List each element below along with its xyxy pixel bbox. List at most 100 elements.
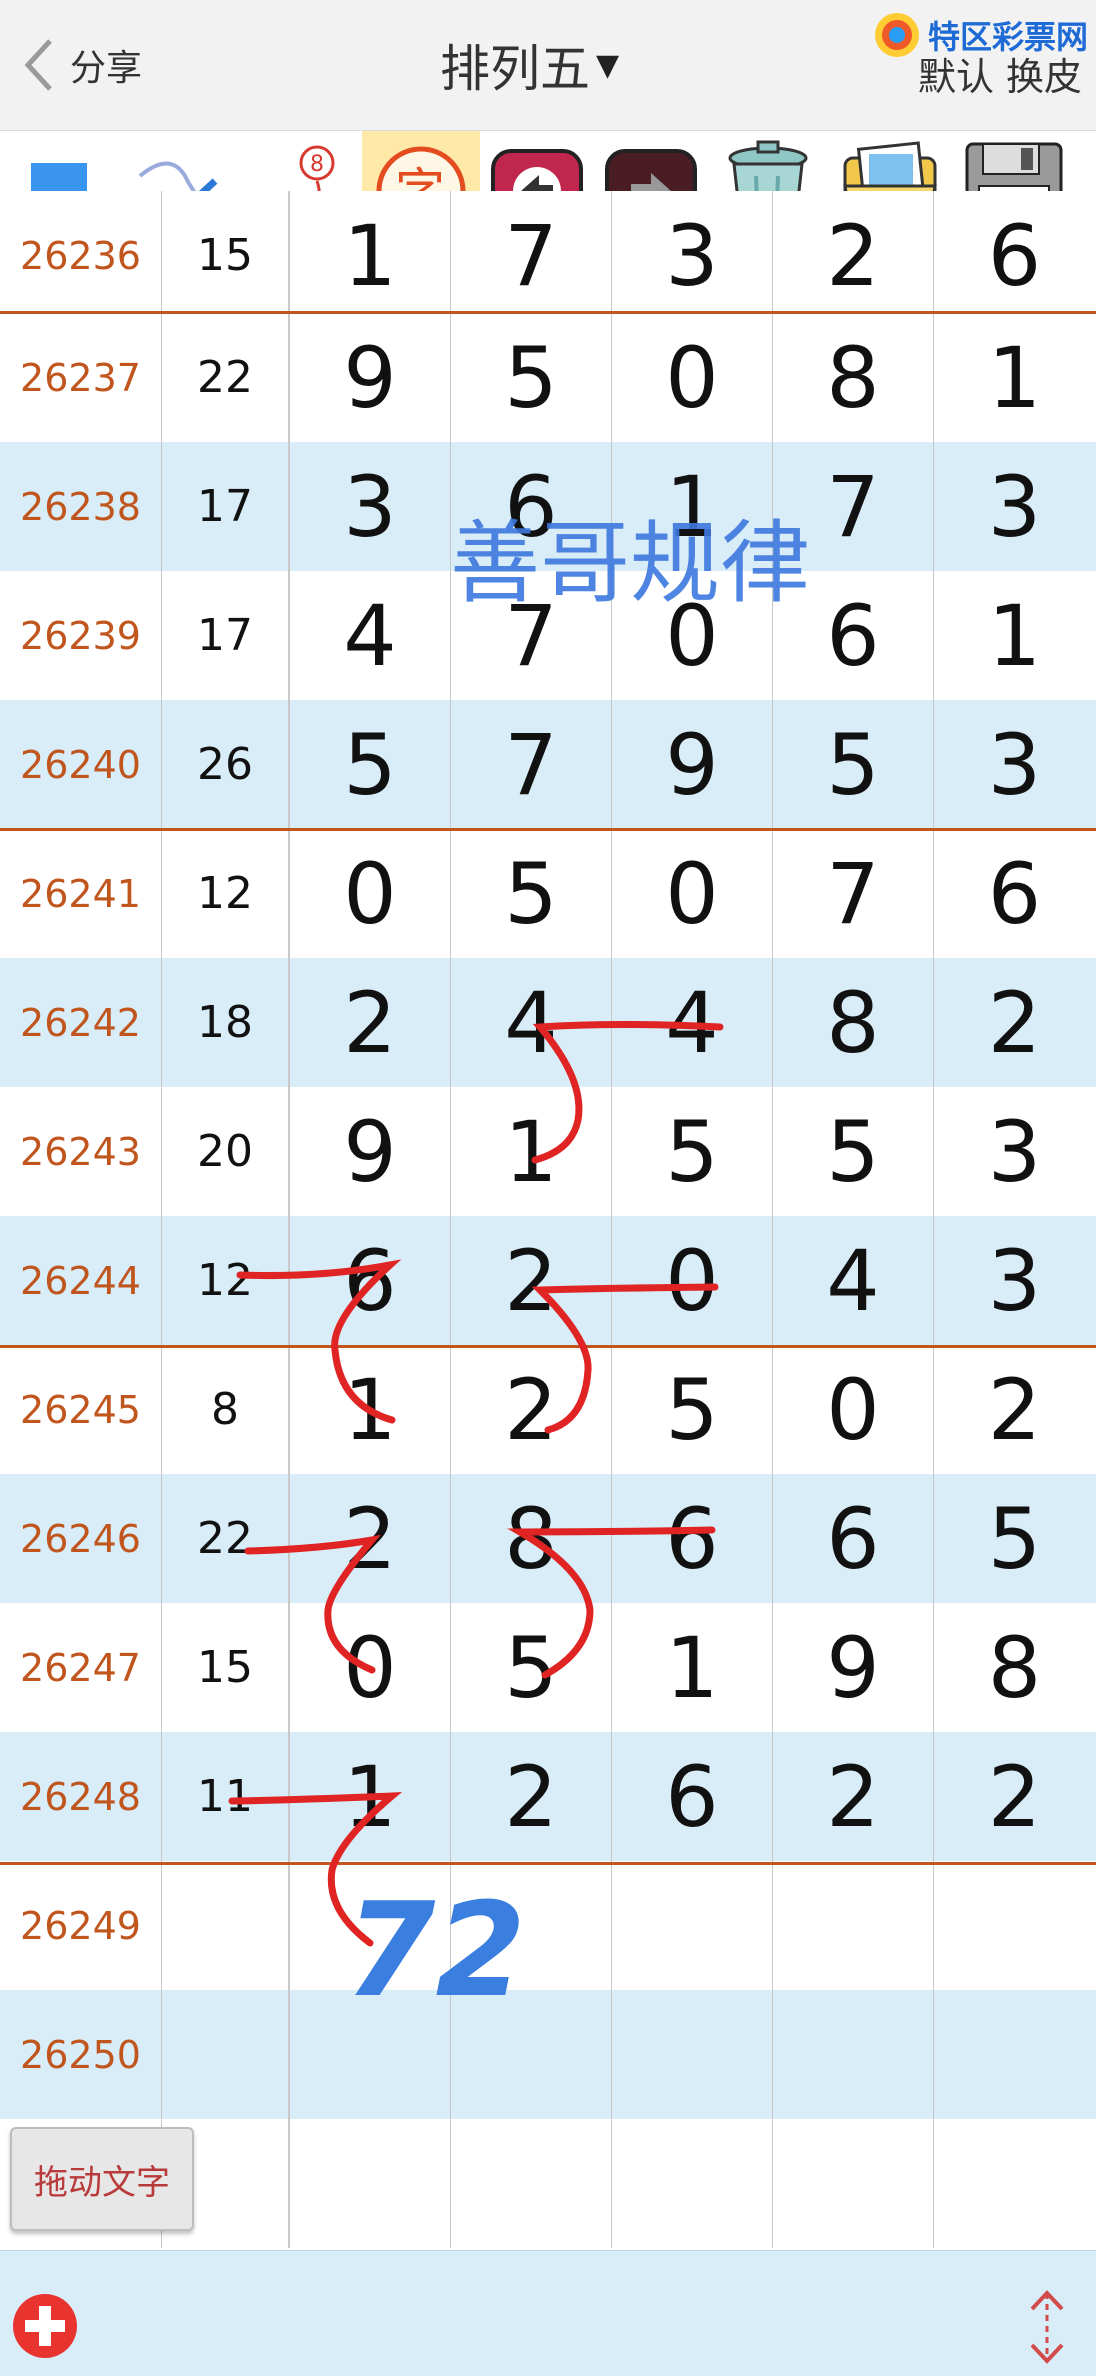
digit-5[interactable]: 2 — [934, 958, 1095, 1087]
digit-1[interactable]: 9 — [290, 313, 451, 442]
digit-3[interactable]: 9 — [612, 700, 773, 829]
digit-2[interactable]: 2 — [451, 1216, 612, 1345]
swirl-logo-icon — [874, 13, 919, 57]
digit-1[interactable]: 5 — [290, 700, 451, 829]
page-title: 排列五 — [440, 40, 590, 98]
digit-3[interactable]: 5 — [612, 1345, 773, 1474]
digit-4[interactable]: 9 — [773, 1603, 934, 1732]
digit-3[interactable]: 1 — [612, 1603, 773, 1732]
sum-value: 12 — [162, 829, 290, 958]
digit-1[interactable]: 2 — [290, 958, 451, 1087]
digit-4[interactable]: 8 — [773, 958, 934, 1087]
digit-5[interactable] — [934, 1990, 1095, 2119]
table-row: 26241 12 0 5 0 7 6 — [0, 829, 1096, 958]
sum-value: 15 — [162, 191, 290, 320]
digit-2[interactable]: 8 — [451, 1474, 612, 1603]
digit-5[interactable]: 1 — [934, 571, 1095, 700]
digit-1[interactable]: 9 — [290, 1087, 451, 1216]
digit-2[interactable]: 2 — [451, 1732, 612, 1861]
back-button[interactable]: 分享 — [20, 32, 142, 98]
digit-5[interactable]: 1 — [934, 313, 1095, 442]
digit-4[interactable] — [773, 1990, 934, 2119]
title-selector[interactable]: 排列五 ▼ — [440, 30, 619, 100]
digit-4[interactable]: 5 — [773, 700, 934, 829]
digit-2[interactable] — [451, 2119, 612, 2248]
digit-3[interactable]: 4 — [612, 958, 773, 1087]
digit-5[interactable]: 3 — [934, 700, 1095, 829]
digit-2[interactable] — [451, 1990, 612, 2119]
digit-5[interactable]: 5 — [934, 1474, 1095, 1603]
digit-4[interactable]: 8 — [773, 313, 934, 442]
digit-5[interactable]: 8 — [934, 1603, 1095, 1732]
table-row: 26243 20 9 1 5 5 3 — [0, 1087, 1096, 1216]
digit-3[interactable] — [612, 1861, 773, 1990]
digit-4[interactable]: 2 — [773, 1732, 934, 1861]
digit-1[interactable]: 6 — [290, 1216, 451, 1345]
digit-1[interactable] — [290, 1861, 451, 1990]
digit-5[interactable]: 3 — [934, 1216, 1095, 1345]
top-bar: 分享 排列五 ▼ 特区彩票网 默认 换皮 — [0, 0, 1096, 131]
digit-1[interactable]: 0 — [290, 1603, 451, 1732]
table-row: 26246 22 2 8 6 6 5 — [0, 1474, 1096, 1603]
digit-3[interactable]: 0 — [612, 313, 773, 442]
overlay-watermark-text[interactable]: 善哥规律 — [450, 490, 810, 620]
digit-1[interactable] — [290, 1990, 451, 2119]
issue-number: 26245 — [0, 1345, 162, 1474]
digit-3[interactable]: 6 — [612, 1732, 773, 1861]
add-plus-icon[interactable] — [10, 2291, 80, 2361]
default-button[interactable]: 默认 — [918, 46, 994, 101]
digit-2[interactable]: 5 — [451, 1603, 612, 1732]
digit-1[interactable]: 4 — [290, 571, 451, 700]
digit-2[interactable] — [451, 1861, 612, 1990]
sum-value: 8 — [162, 1345, 290, 1474]
digit-3[interactable] — [612, 2119, 773, 2248]
digit-3[interactable] — [612, 1990, 773, 2119]
scroll-updown-icon[interactable] — [1022, 2287, 1072, 2367]
table-row: 26248 11 1 2 6 2 2 — [0, 1732, 1096, 1861]
group-divider — [0, 1345, 1096, 1348]
digit-1[interactable] — [290, 2119, 451, 2248]
digit-2[interactable]: 4 — [451, 958, 612, 1087]
digit-2[interactable]: 5 — [451, 313, 612, 442]
digit-4[interactable] — [773, 1861, 934, 1990]
share-label[interactable]: 分享 — [70, 39, 142, 91]
digit-4[interactable]: 6 — [773, 1474, 934, 1603]
digit-5[interactable]: 3 — [934, 442, 1095, 571]
group-divider — [0, 1862, 1096, 1865]
digit-1[interactable]: 2 — [290, 1474, 451, 1603]
digit-2[interactable]: 7 — [451, 700, 612, 829]
digit-2[interactable]: 2 — [451, 1345, 612, 1474]
digit-2[interactable]: 1 — [451, 1087, 612, 1216]
digit-4[interactable]: 0 — [773, 1345, 934, 1474]
skin-button[interactable]: 换皮 — [1006, 46, 1082, 101]
digit-4[interactable]: 5 — [773, 1087, 934, 1216]
issue-number: 26241 — [0, 829, 162, 958]
digit-2[interactable]: 5 — [451, 829, 612, 958]
sum-value: 17 — [162, 571, 290, 700]
issue-number: 26246 — [0, 1474, 162, 1603]
digit-3[interactable]: 0 — [612, 1216, 773, 1345]
digit-4[interactable]: 4 — [773, 1216, 934, 1345]
issue-number: 26248 — [0, 1732, 162, 1861]
connect-dot-label-8: 8 — [310, 152, 324, 177]
digit-4[interactable] — [773, 2119, 934, 2248]
issue-number: 26250 — [0, 1990, 162, 2119]
digit-1[interactable]: 1 — [290, 1345, 451, 1474]
digit-3[interactable]: 0 — [612, 829, 773, 958]
digit-5[interactable] — [934, 2119, 1095, 2248]
digit-5[interactable]: 2 — [934, 1345, 1095, 1474]
digit-5[interactable]: 2 — [934, 1732, 1095, 1861]
digit-1[interactable]: 3 — [290, 442, 451, 571]
drag-text-button[interactable]: 拖动文字 — [10, 2127, 194, 2231]
digit-5[interactable] — [934, 1861, 1095, 1990]
digit-3[interactable]: 5 — [612, 1087, 773, 1216]
table-row: 26242 18 2 4 4 8 2 — [0, 958, 1096, 1087]
digit-3[interactable]: 6 — [612, 1474, 773, 1603]
digit-4[interactable]: 7 — [773, 829, 934, 958]
digit-5[interactable]: 3 — [934, 1087, 1095, 1216]
digit-1[interactable]: 1 — [290, 1732, 451, 1861]
sum-value: 26 — [162, 700, 290, 829]
group-divider — [0, 828, 1096, 831]
digit-1[interactable]: 0 — [290, 829, 451, 958]
digit-5[interactable]: 6 — [934, 829, 1095, 958]
